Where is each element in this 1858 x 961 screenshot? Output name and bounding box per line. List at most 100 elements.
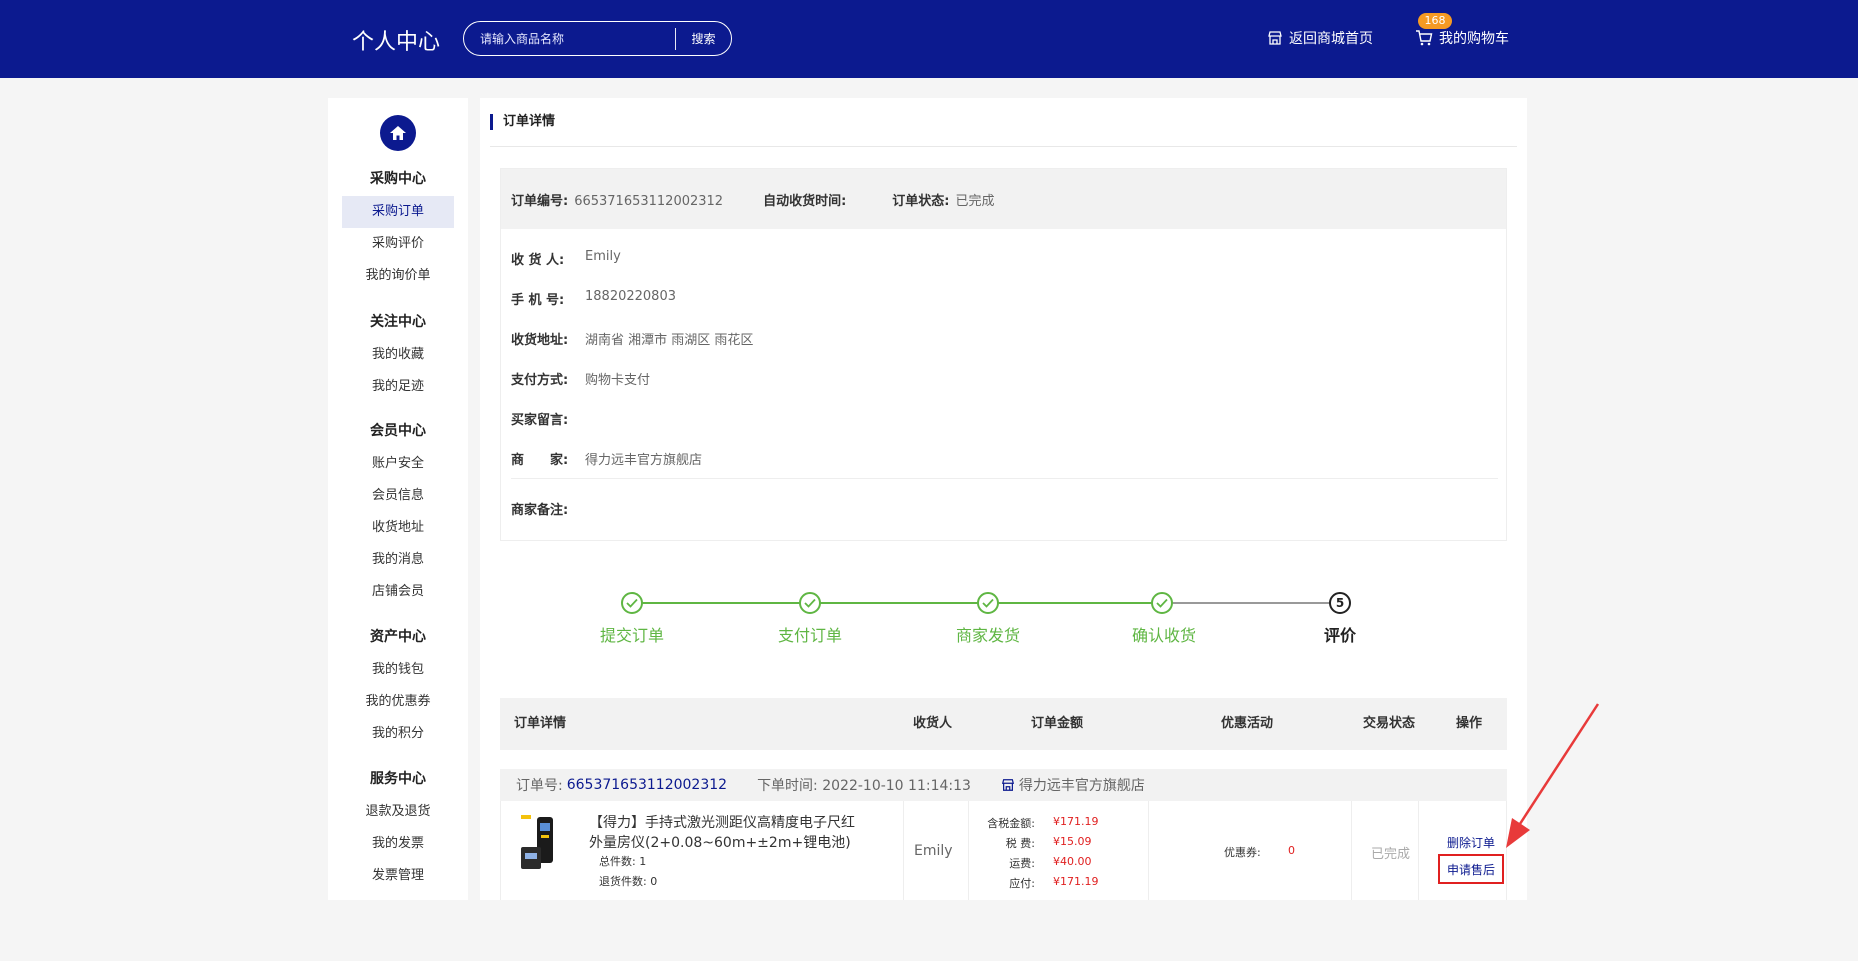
back-to-mall-link[interactable]: 返回商城首页 <box>1267 28 1373 48</box>
product-thumbnail[interactable] <box>515 813 567 873</box>
product-name-link[interactable]: 【得力】手持式激光测距仪高精度电子尺红外量房仪(2+0.08~60m+±2m+锂… <box>589 813 859 853</box>
search-divider <box>675 27 676 50</box>
order-status-field: 订单状态: 已完成 <box>892 190 994 209</box>
order-no-label: 订单号: <box>516 778 563 794</box>
store-icon <box>1001 779 1014 791</box>
step-label: 确认收货 <box>1131 626 1196 645</box>
divider <box>490 146 1517 147</box>
step-label: 支付订单 <box>777 626 842 645</box>
divider <box>1148 801 1149 900</box>
merchant-note-label: 商家备注: <box>511 503 569 518</box>
sidebar-group-title: 资产中心 <box>370 629 426 645</box>
sidebar-item-footprints[interactable]: 我的足迹 <box>342 371 454 403</box>
coupon-value: 0 <box>1288 844 1295 857</box>
merchant-label: 商 家: <box>511 453 569 468</box>
divider <box>1418 801 1419 900</box>
sidebar-item-account-security[interactable]: 账户安全 <box>342 448 454 480</box>
phone-value: 18820220803 <box>585 289 676 304</box>
sidebar-item-member-info[interactable]: 会员信息 <box>342 480 454 512</box>
column-header: 交易状态 <box>1363 716 1416 731</box>
step-label: 商家发货 <box>955 626 1020 645</box>
amount-label: 运费: <box>1009 857 1035 870</box>
progress-line-pending <box>1162 602 1340 604</box>
sidebar-item-purchase-reviews[interactable]: 采购评价 <box>342 228 454 260</box>
amount-value: ¥15.09 <box>1053 835 1092 848</box>
amount-shipping: 运费: ¥40.00 <box>983 855 1091 871</box>
column-header: 订单详情 <box>514 716 567 731</box>
column-header: 操作 <box>1456 716 1483 731</box>
column-header: 收货人 <box>913 716 953 731</box>
back-to-mall-label: 返回商城首页 <box>1289 31 1373 47</box>
amount-tax: 税 费: ¥15.09 <box>983 835 1092 851</box>
search-input[interactable] <box>464 31 675 46</box>
cart-icon <box>1416 30 1433 46</box>
amount-taxed: 含税金额: ¥171.19 <box>983 815 1098 831</box>
sidebar-group-title: 采购中心 <box>370 171 426 187</box>
top-header: 个人中心 搜索 返回商城首页 我的购物车 168 <box>0 0 1858 78</box>
delete-order-button[interactable]: 删除订单 <box>1447 834 1495 851</box>
sidebar-item-my-inquiries[interactable]: 我的询价单 <box>342 260 454 292</box>
merchant-row: 商 家: 得力远丰官方旗舰店 <box>511 449 702 468</box>
sidebar-item-favorites[interactable]: 我的收藏 <box>342 339 454 371</box>
amount-payable: 应付: ¥171.19 <box>983 875 1099 891</box>
search-bar: 搜索 <box>463 21 732 56</box>
store-link[interactable]: 得力远丰官方旗舰店 <box>1001 775 1145 795</box>
amount-value: ¥171.19 <box>1053 875 1099 888</box>
order-number-label: 订单编号: <box>511 193 569 209</box>
sidebar-item-purchase-orders[interactable]: 采购订单 <box>342 196 454 228</box>
order-info-box: 订单编号: 665371653112002312 自动收货时间: 订单状态: 已完成… <box>500 168 1507 541</box>
check-icon <box>621 592 643 614</box>
receiver-label: 收 货 人: <box>511 253 565 268</box>
annotation-arrow-icon <box>1506 703 1600 848</box>
store-name: 得力远丰官方旗舰店 <box>1018 778 1145 794</box>
check-icon <box>799 592 821 614</box>
divider <box>968 801 969 900</box>
header-brand: 个人中心 <box>352 30 441 55</box>
order-number-value: 665371653112002312 <box>574 193 724 209</box>
sidebar-group-title: 会员中心 <box>370 423 426 439</box>
divider <box>1351 801 1352 900</box>
my-cart-link[interactable]: 我的购物车 <box>1415 28 1509 48</box>
table-row: 【得力】手持式激光测距仪高精度电子尺红外量房仪(2+0.08~60m+±2m+锂… <box>500 801 1507 900</box>
order-number-field: 订单编号: 665371653112002312 <box>511 190 723 209</box>
order-table-header: 订单详情 收货人 订单金额 优惠活动 交易状态 操作 <box>500 698 1507 750</box>
trade-status: 已完成 <box>1371 847 1411 862</box>
sidebar-item-shipping-address[interactable]: 收货地址 <box>342 512 454 544</box>
amount-label: 税 费: <box>1005 837 1035 850</box>
check-icon <box>977 592 999 614</box>
sidebar-item-invoices[interactable]: 我的发票 <box>342 828 454 860</box>
merchant-value: 得力远丰官方旗舰店 <box>585 453 703 468</box>
auto-receive-field: 自动收货时间: <box>763 190 852 209</box>
sidebar-item-refunds[interactable]: 退款及退货 <box>342 796 454 828</box>
home-icon[interactable] <box>380 115 416 151</box>
receiver-value: Emily <box>585 249 621 264</box>
cart-count-badge: 168 <box>1418 13 1452 29</box>
sidebar-item-wallet[interactable]: 我的钱包 <box>342 654 454 686</box>
sidebar-group-title: 关注中心 <box>370 314 426 330</box>
divider <box>511 478 1498 479</box>
apply-after-sale-button[interactable]: 申请售后 <box>1438 854 1504 884</box>
sidebar-item-coupons[interactable]: 我的优惠券 <box>342 686 454 718</box>
order-status-value: 已完成 <box>955 193 995 209</box>
sidebar: 采购中心 采购订单 采购评价 我的询价单 关注中心 我的收藏 我的足迹 会员中心… <box>328 98 468 900</box>
amount-label: 应付: <box>1009 877 1035 890</box>
sidebar-item-invoice-management[interactable]: 发票管理 <box>342 860 454 892</box>
phone-label: 手 机 号: <box>511 293 565 308</box>
order-no-link[interactable]: 665371653112002312 <box>567 777 727 793</box>
order-info-header: 订单编号: 665371653112002312 自动收货时间: 订单状态: 已完成 <box>501 169 1506 229</box>
column-header: 订单金额 <box>1031 716 1084 731</box>
store-icon <box>1268 31 1282 45</box>
phone-row: 手 机 号: 18820220803 <box>511 289 676 308</box>
search-button[interactable]: 搜索 <box>676 22 731 55</box>
step-label: 提交订单 <box>599 626 664 645</box>
sidebar-item-store-member[interactable]: 店铺会员 <box>342 576 454 608</box>
amount-label: 含税金额: <box>987 817 1035 830</box>
receiver-row: 收 货 人: Emily <box>511 249 621 268</box>
main-panel: 订单详情 订单编号: 665371653112002312 自动收货时间: 订单状… <box>480 98 1527 900</box>
return-quantity: 退货件数: 0 <box>599 875 658 888</box>
payment-row: 支付方式: 购物卡支付 <box>511 369 650 388</box>
receiver-cell: Emily <box>914 843 953 859</box>
sidebar-item-messages[interactable]: 我的消息 <box>342 544 454 576</box>
buyer-message-label: 买家留言: <box>511 413 569 428</box>
sidebar-item-points[interactable]: 我的积分 <box>342 718 454 750</box>
